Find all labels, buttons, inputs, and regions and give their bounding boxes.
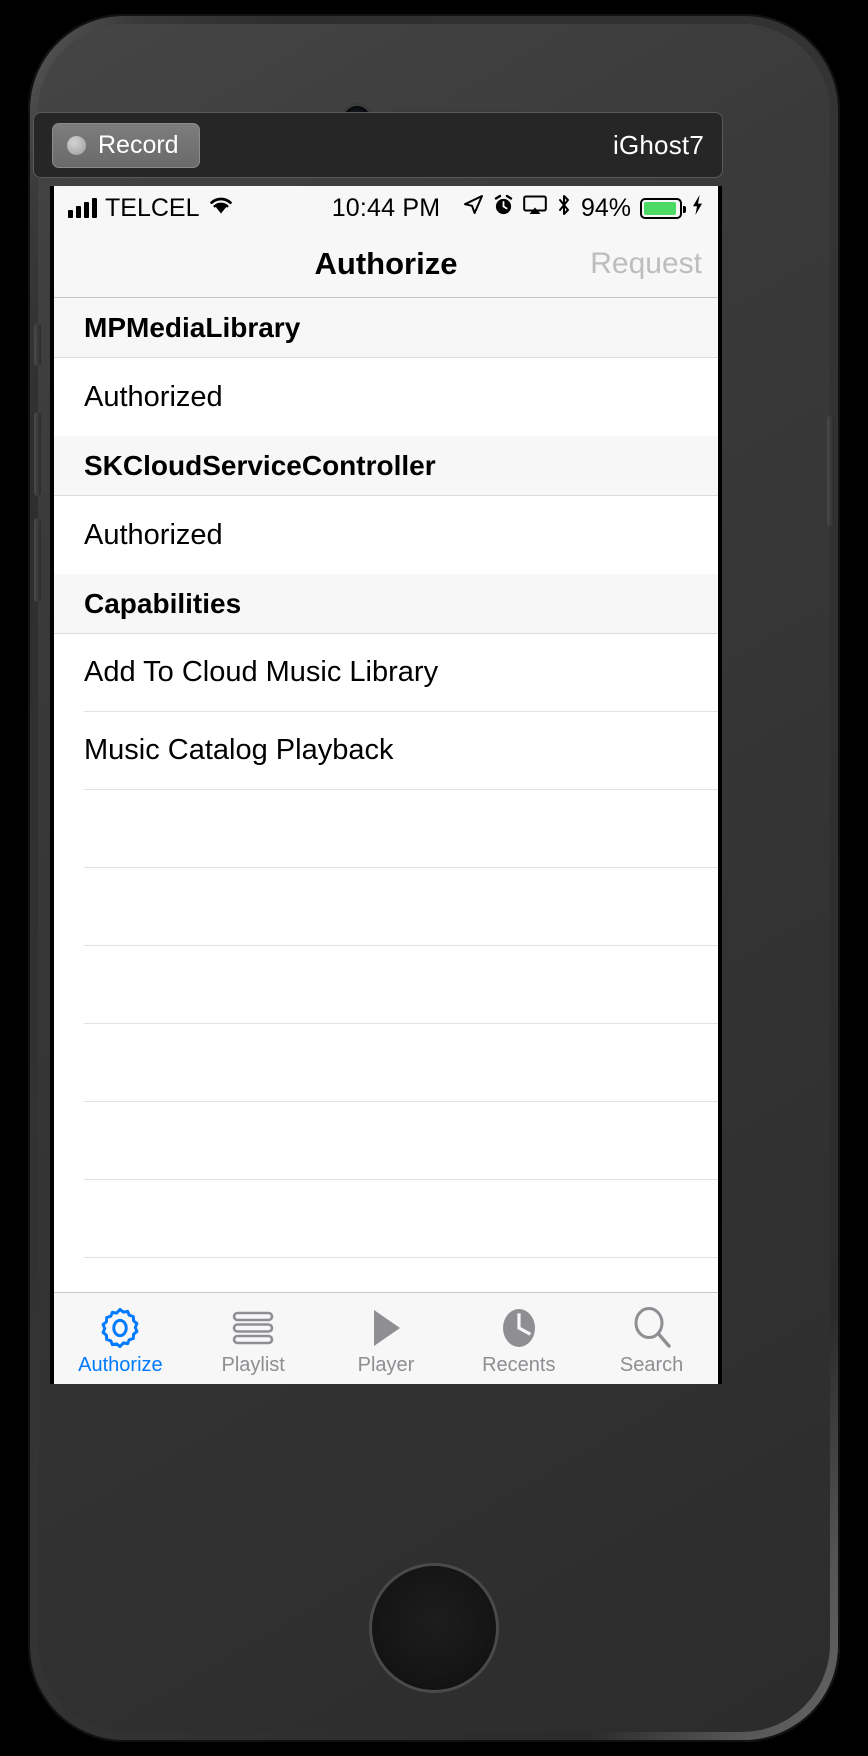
airplay-icon <box>523 194 547 223</box>
power-button[interactable] <box>827 416 834 526</box>
tab-label: Authorize <box>78 1353 163 1376</box>
empty-table-row <box>84 1102 718 1180</box>
status-bar: TELCEL 10:44 PM 94% <box>54 186 718 230</box>
page-title: Authorize <box>314 245 458 281</box>
play-triangle-icon <box>366 1305 406 1351</box>
alarm-clock-icon <box>493 194 514 223</box>
tab-label: Recents <box>482 1353 556 1376</box>
mute-switch[interactable] <box>34 324 41 366</box>
battery-fill <box>644 201 676 215</box>
location-arrow-icon <box>462 194 484 223</box>
section-header: SKCloudServiceController <box>54 436 718 496</box>
record-button[interactable]: Record <box>52 122 200 168</box>
tab-item-recents[interactable]: Recents <box>452 1293 585 1384</box>
tab-item-search[interactable]: Search <box>585 1293 718 1384</box>
table-row-label: Authorized <box>84 380 223 413</box>
tab-bar: Authorize Playlist Player Recents Search <box>54 1292 718 1384</box>
tab-label: Player <box>357 1353 415 1376</box>
tab-label: Playlist <box>221 1353 285 1376</box>
section-header: MPMediaLibrary <box>54 298 718 358</box>
empty-table-row <box>84 1180 718 1258</box>
battery-icon <box>640 197 686 219</box>
status-bar-right: 94% <box>462 194 704 223</box>
tab-item-authorize[interactable]: Authorize <box>54 1293 187 1384</box>
table-row[interactable]: Authorized <box>54 358 718 436</box>
table-row[interactable]: Add To Cloud Music Library <box>84 634 718 712</box>
settings-table: MPMediaLibrary Authorized SKCloudServiceCo… <box>54 298 718 1336</box>
recorded-device-name: iGhost7 <box>612 129 704 160</box>
volume-down-button[interactable] <box>34 518 41 602</box>
empty-table-row <box>84 868 718 946</box>
tab-item-playlist[interactable]: Playlist <box>187 1293 320 1384</box>
bluetooth-icon <box>556 194 572 223</box>
recording-toolbar: Record iGhost7 <box>33 112 723 178</box>
gear-icon <box>97 1305 143 1351</box>
magnifier-icon <box>630 1305 674 1351</box>
battery-percent-label: 94% <box>580 193 631 222</box>
home-button[interactable] <box>372 1566 496 1690</box>
record-button-label: Record <box>98 130 179 159</box>
request-button[interactable]: Request <box>590 247 702 281</box>
list-lines-icon <box>230 1305 276 1351</box>
section-header: Capabilities <box>54 574 718 634</box>
table-row-label: Music Catalog Playback <box>84 734 394 766</box>
empty-table-row <box>84 946 718 1024</box>
navigation-bar: Authorize Request <box>54 230 718 298</box>
empty-table-row <box>84 1024 718 1102</box>
phone-screen: TELCEL 10:44 PM 94% Authorize Request MP… <box>50 186 722 1384</box>
clock-icon <box>498 1305 540 1351</box>
table-row[interactable]: Authorized <box>54 496 718 574</box>
table-row-label: Authorized <box>84 518 223 551</box>
table-row[interactable]: Music Catalog Playback <box>84 712 718 790</box>
tab-item-player[interactable]: Player <box>320 1293 453 1384</box>
record-dot-icon <box>67 135 86 155</box>
lightning-bolt-icon <box>691 194 704 223</box>
table-row-label: Add To Cloud Music Library <box>84 656 439 688</box>
empty-table-row <box>84 790 718 868</box>
volume-up-button[interactable] <box>34 412 41 496</box>
tab-label: Search <box>619 1353 684 1376</box>
